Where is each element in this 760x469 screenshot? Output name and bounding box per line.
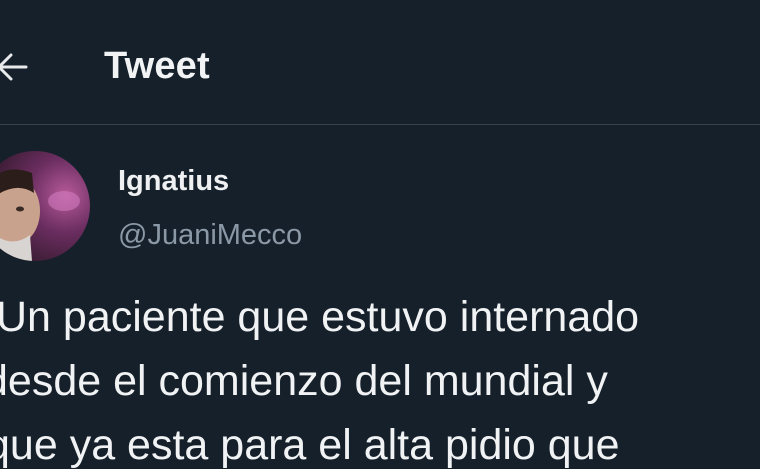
author-handle[interactable]: @JuaniMecco	[118, 217, 302, 253]
tweet-text: Un paciente que estuvo internado desde e…	[0, 285, 760, 469]
arrow-left-icon	[0, 53, 28, 81]
back-button[interactable]	[0, 45, 34, 89]
top-bar: Tweet	[0, 0, 760, 125]
tweet-line: Un paciente que estuvo internado	[0, 293, 640, 341]
author-display-name[interactable]: Ignatius	[118, 163, 229, 199]
tweet-line: que ya esta para el alta pidio que	[0, 421, 620, 469]
tweet-line: desde el comienzo del mundial y	[0, 357, 608, 405]
page-title: Tweet	[104, 45, 210, 87]
user-avatar-icon	[0, 169, 80, 261]
avatar[interactable]	[0, 151, 90, 261]
